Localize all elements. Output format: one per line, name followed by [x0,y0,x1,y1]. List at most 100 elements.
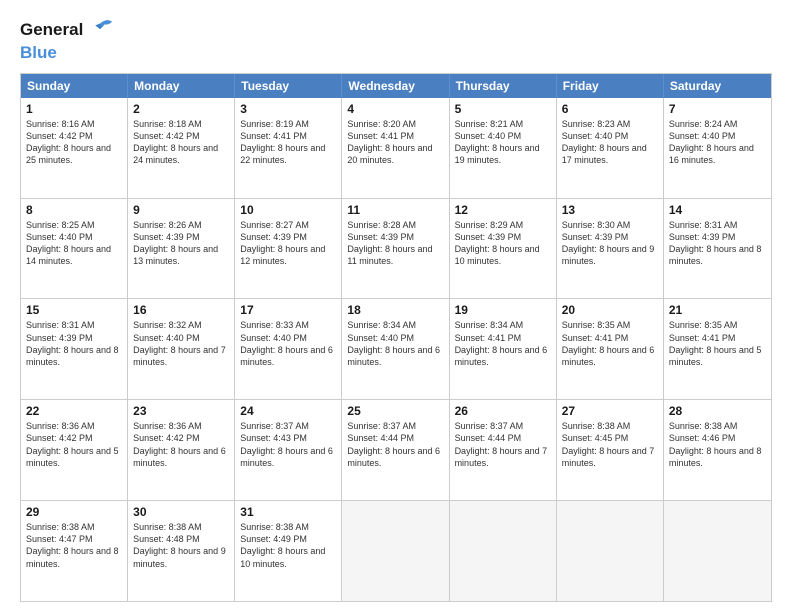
day-header-tuesday: Tuesday [235,74,342,98]
cell-info: Sunrise: 8:25 AMSunset: 4:40 PMDaylight:… [26,219,122,268]
empty-cell [450,501,557,601]
day-number: 29 [26,505,122,519]
day-cell-16: 16 Sunrise: 8:32 AMSunset: 4:40 PMDaylig… [128,299,235,399]
cell-info: Sunrise: 8:21 AMSunset: 4:40 PMDaylight:… [455,118,551,167]
day-cell-29: 29 Sunrise: 8:38 AMSunset: 4:47 PMDaylig… [21,501,128,601]
cell-info: Sunrise: 8:31 AMSunset: 4:39 PMDaylight:… [669,219,766,268]
day-header-wednesday: Wednesday [342,74,449,98]
day-cell-27: 27 Sunrise: 8:38 AMSunset: 4:45 PMDaylig… [557,400,664,500]
day-cell-31: 31 Sunrise: 8:38 AMSunset: 4:49 PMDaylig… [235,501,342,601]
cell-info: Sunrise: 8:18 AMSunset: 4:42 PMDaylight:… [133,118,229,167]
day-cell-8: 8 Sunrise: 8:25 AMSunset: 4:40 PMDayligh… [21,199,128,299]
cell-info: Sunrise: 8:36 AMSunset: 4:42 PMDaylight:… [26,420,122,469]
calendar-week-1: 1 Sunrise: 8:16 AMSunset: 4:42 PMDayligh… [21,98,771,198]
day-number: 12 [455,203,551,217]
day-number: 23 [133,404,229,418]
empty-cell [557,501,664,601]
cell-info: Sunrise: 8:33 AMSunset: 4:40 PMDaylight:… [240,319,336,368]
cell-info: Sunrise: 8:24 AMSunset: 4:40 PMDaylight:… [669,118,766,167]
day-header-friday: Friday [557,74,664,98]
day-cell-20: 20 Sunrise: 8:35 AMSunset: 4:41 PMDaylig… [557,299,664,399]
cell-info: Sunrise: 8:23 AMSunset: 4:40 PMDaylight:… [562,118,658,167]
day-number: 10 [240,203,336,217]
day-number: 19 [455,303,551,317]
day-number: 30 [133,505,229,519]
day-number: 7 [669,102,766,116]
day-cell-24: 24 Sunrise: 8:37 AMSunset: 4:43 PMDaylig… [235,400,342,500]
cell-info: Sunrise: 8:27 AMSunset: 4:39 PMDaylight:… [240,219,336,268]
cell-info: Sunrise: 8:37 AMSunset: 4:44 PMDaylight:… [455,420,551,469]
cell-info: Sunrise: 8:38 AMSunset: 4:46 PMDaylight:… [669,420,766,469]
calendar-body: 1 Sunrise: 8:16 AMSunset: 4:42 PMDayligh… [21,98,771,601]
cell-info: Sunrise: 8:38 AMSunset: 4:48 PMDaylight:… [133,521,229,570]
day-header-saturday: Saturday [664,74,771,98]
cell-info: Sunrise: 8:20 AMSunset: 4:41 PMDaylight:… [347,118,443,167]
day-header-monday: Monday [128,74,235,98]
cell-info: Sunrise: 8:35 AMSunset: 4:41 PMDaylight:… [669,319,766,368]
calendar-week-4: 22 Sunrise: 8:36 AMSunset: 4:42 PMDaylig… [21,399,771,500]
calendar-week-3: 15 Sunrise: 8:31 AMSunset: 4:39 PMDaylig… [21,298,771,399]
cell-info: Sunrise: 8:34 AMSunset: 4:41 PMDaylight:… [455,319,551,368]
day-number: 11 [347,203,443,217]
day-number: 1 [26,102,122,116]
day-cell-9: 9 Sunrise: 8:26 AMSunset: 4:39 PMDayligh… [128,199,235,299]
day-number: 13 [562,203,658,217]
day-cell-17: 17 Sunrise: 8:33 AMSunset: 4:40 PMDaylig… [235,299,342,399]
day-number: 16 [133,303,229,317]
day-cell-11: 11 Sunrise: 8:28 AMSunset: 4:39 PMDaylig… [342,199,449,299]
day-number: 22 [26,404,122,418]
cell-info: Sunrise: 8:32 AMSunset: 4:40 PMDaylight:… [133,319,229,368]
day-cell-7: 7 Sunrise: 8:24 AMSunset: 4:40 PMDayligh… [664,98,771,198]
day-number: 27 [562,404,658,418]
empty-cell [342,501,449,601]
cell-info: Sunrise: 8:37 AMSunset: 4:44 PMDaylight:… [347,420,443,469]
day-cell-23: 23 Sunrise: 8:36 AMSunset: 4:42 PMDaylig… [128,400,235,500]
cell-info: Sunrise: 8:19 AMSunset: 4:41 PMDaylight:… [240,118,336,167]
day-cell-5: 5 Sunrise: 8:21 AMSunset: 4:40 PMDayligh… [450,98,557,198]
day-number: 8 [26,203,122,217]
day-number: 24 [240,404,336,418]
day-cell-14: 14 Sunrise: 8:31 AMSunset: 4:39 PMDaylig… [664,199,771,299]
day-number: 18 [347,303,443,317]
day-number: 6 [562,102,658,116]
logo-bird-icon [86,16,114,44]
cell-info: Sunrise: 8:26 AMSunset: 4:39 PMDaylight:… [133,219,229,268]
day-cell-18: 18 Sunrise: 8:34 AMSunset: 4:40 PMDaylig… [342,299,449,399]
cell-info: Sunrise: 8:31 AMSunset: 4:39 PMDaylight:… [26,319,122,368]
day-cell-15: 15 Sunrise: 8:31 AMSunset: 4:39 PMDaylig… [21,299,128,399]
day-cell-6: 6 Sunrise: 8:23 AMSunset: 4:40 PMDayligh… [557,98,664,198]
day-cell-25: 25 Sunrise: 8:37 AMSunset: 4:44 PMDaylig… [342,400,449,500]
day-number: 28 [669,404,766,418]
cell-info: Sunrise: 8:34 AMSunset: 4:40 PMDaylight:… [347,319,443,368]
day-number: 17 [240,303,336,317]
day-cell-22: 22 Sunrise: 8:36 AMSunset: 4:42 PMDaylig… [21,400,128,500]
empty-cell [664,501,771,601]
cell-info: Sunrise: 8:29 AMSunset: 4:39 PMDaylight:… [455,219,551,268]
day-cell-10: 10 Sunrise: 8:27 AMSunset: 4:39 PMDaylig… [235,199,342,299]
day-number: 14 [669,203,766,217]
day-cell-21: 21 Sunrise: 8:35 AMSunset: 4:41 PMDaylig… [664,299,771,399]
day-cell-30: 30 Sunrise: 8:38 AMSunset: 4:48 PMDaylig… [128,501,235,601]
cell-info: Sunrise: 8:30 AMSunset: 4:39 PMDaylight:… [562,219,658,268]
day-number: 31 [240,505,336,519]
calendar-header: SundayMondayTuesdayWednesdayThursdayFrid… [21,74,771,98]
cell-info: Sunrise: 8:38 AMSunset: 4:47 PMDaylight:… [26,521,122,570]
day-cell-3: 3 Sunrise: 8:19 AMSunset: 4:41 PMDayligh… [235,98,342,198]
day-cell-26: 26 Sunrise: 8:37 AMSunset: 4:44 PMDaylig… [450,400,557,500]
day-number: 25 [347,404,443,418]
day-number: 9 [133,203,229,217]
day-cell-1: 1 Sunrise: 8:16 AMSunset: 4:42 PMDayligh… [21,98,128,198]
day-number: 5 [455,102,551,116]
day-cell-4: 4 Sunrise: 8:20 AMSunset: 4:41 PMDayligh… [342,98,449,198]
day-number: 2 [133,102,229,116]
day-number: 3 [240,102,336,116]
day-cell-12: 12 Sunrise: 8:29 AMSunset: 4:39 PMDaylig… [450,199,557,299]
day-cell-2: 2 Sunrise: 8:18 AMSunset: 4:42 PMDayligh… [128,98,235,198]
day-cell-13: 13 Sunrise: 8:30 AMSunset: 4:39 PMDaylig… [557,199,664,299]
day-header-thursday: Thursday [450,74,557,98]
cell-info: Sunrise: 8:38 AMSunset: 4:45 PMDaylight:… [562,420,658,469]
calendar-week-5: 29 Sunrise: 8:38 AMSunset: 4:47 PMDaylig… [21,500,771,601]
calendar-week-2: 8 Sunrise: 8:25 AMSunset: 4:40 PMDayligh… [21,198,771,299]
cell-info: Sunrise: 8:28 AMSunset: 4:39 PMDaylight:… [347,219,443,268]
calendar: SundayMondayTuesdayWednesdayThursdayFrid… [20,73,772,602]
